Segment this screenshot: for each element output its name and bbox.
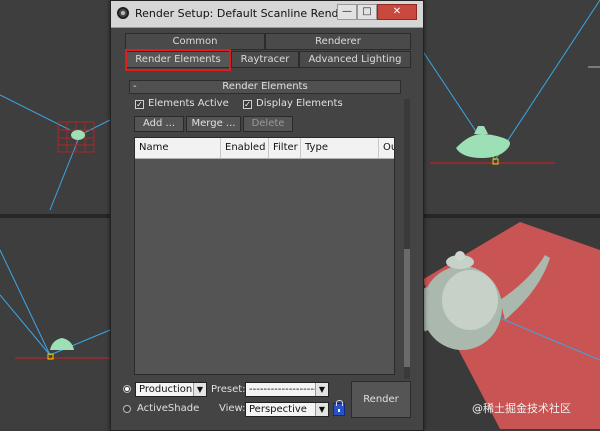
maximize-button[interactable]: □ xyxy=(357,4,377,20)
dialog-titlebar[interactable]: Render Setup: Default Scanline Renderer … xyxy=(111,1,423,28)
column-enabled[interactable]: Enabled xyxy=(221,138,269,158)
production-mode-select[interactable]: Production ▼ xyxy=(135,382,207,397)
tab-raytracer[interactable]: Raytracer xyxy=(231,51,299,68)
render-setup-dialog: Render Setup: Default Scanline Renderer … xyxy=(110,0,424,431)
production-radio[interactable] xyxy=(123,385,131,393)
scrollbar-thumb[interactable] xyxy=(404,249,410,367)
chevron-down-icon: ▼ xyxy=(315,403,328,416)
add-element-button[interactable]: Add ... xyxy=(134,116,184,132)
view-select[interactable]: Perspective ▼ xyxy=(245,402,329,417)
column-type[interactable]: Type xyxy=(301,138,379,158)
lock-icon[interactable] xyxy=(333,400,345,416)
preset-value: -------------------- xyxy=(249,384,322,395)
production-mode-value: Production xyxy=(139,384,193,395)
display-elements-label: Display Elements xyxy=(256,98,343,109)
view-label: View: xyxy=(219,403,246,414)
view-value: Perspective xyxy=(249,404,307,415)
tab-renderer[interactable]: Renderer xyxy=(265,33,411,50)
activeshade-radio[interactable] xyxy=(123,405,131,413)
preset-label: Preset: xyxy=(211,384,246,395)
column-name[interactable]: Name xyxy=(135,138,221,158)
collapse-icon[interactable]: - xyxy=(133,81,137,93)
watermark-text: @稀土掘金技术社区 xyxy=(472,402,571,415)
panel-scrollbar[interactable] xyxy=(404,99,410,379)
delete-button[interactable]: Delete xyxy=(243,116,293,132)
chevron-down-icon: ▼ xyxy=(193,383,206,396)
perspective-viewport xyxy=(416,218,600,429)
elements-active-label: Elements Active xyxy=(148,98,229,109)
close-button[interactable]: ✕ xyxy=(377,4,417,20)
activeshade-label: ActiveShade xyxy=(137,403,200,414)
column-filter[interactable]: Filter xyxy=(269,138,301,158)
rollout-header-render-elements[interactable]: - Render Elements xyxy=(129,80,401,94)
preset-select[interactable]: -------------------- ▼ xyxy=(245,382,329,397)
rollout-title: Render Elements xyxy=(222,81,308,92)
elements-active-checkbox[interactable]: ✓ xyxy=(135,100,144,109)
column-output[interactable]: Ou xyxy=(379,138,394,158)
tab-common[interactable]: Common xyxy=(125,33,265,50)
dialog-title: Render Setup: Default Scanline Renderer xyxy=(135,7,361,20)
3dsmax-app-icon xyxy=(117,7,129,19)
minimize-button[interactable]: — xyxy=(337,4,357,20)
active-tab-highlight xyxy=(125,49,231,71)
render-elements-list[interactable]: Name Enabled Filter Type Ou xyxy=(134,137,395,375)
list-header: Name Enabled Filter Type Ou xyxy=(135,138,394,159)
merge-button[interactable]: Merge ... xyxy=(186,116,241,132)
chevron-down-icon: ▼ xyxy=(315,383,328,396)
render-button[interactable]: Render xyxy=(351,381,411,418)
tab-advanced-lighting[interactable]: Advanced Lighting xyxy=(299,51,411,68)
display-elements-checkbox[interactable]: ✓ xyxy=(243,100,252,109)
